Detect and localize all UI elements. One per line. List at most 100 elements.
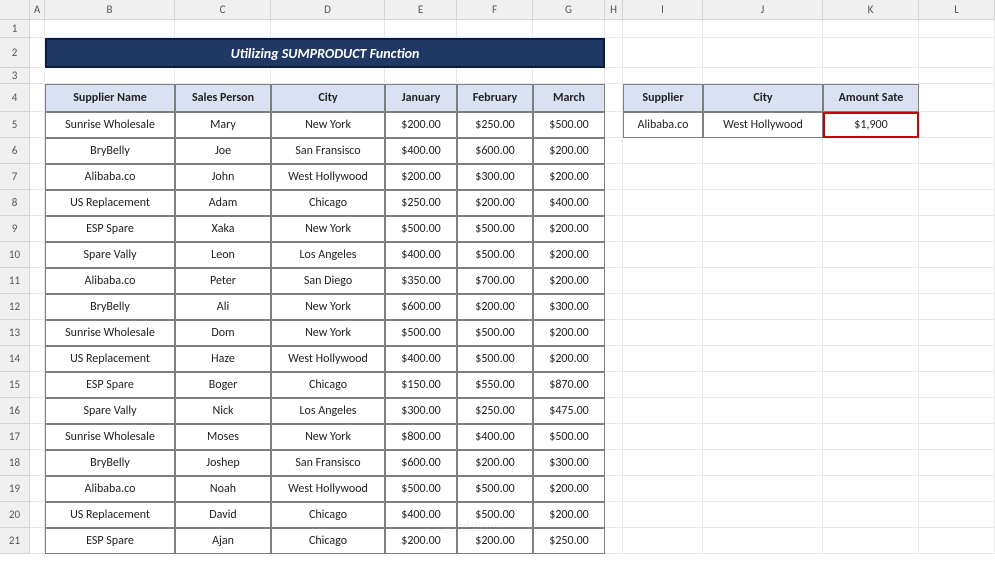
cell-D10[interactable]: Los Angeles — [271, 242, 385, 268]
row-header-16[interactable]: 16 — [0, 398, 30, 424]
main-header-march[interactable]: March — [533, 84, 605, 112]
cell-A4[interactable] — [30, 84, 45, 112]
cell-E15[interactable]: $150.00 — [385, 372, 457, 398]
cell-G21[interactable]: $250.00 — [533, 528, 605, 554]
cell-L18[interactable] — [919, 450, 995, 476]
cell-G6[interactable]: $200.00 — [533, 138, 605, 164]
cell-G12[interactable]: $300.00 — [533, 294, 605, 320]
cell-A16[interactable] — [30, 398, 45, 424]
cell-K3[interactable] — [823, 68, 919, 84]
cell-I17[interactable] — [623, 424, 703, 450]
cell-I12[interactable] — [623, 294, 703, 320]
cell-A10[interactable] — [30, 242, 45, 268]
cell-I20[interactable] — [623, 502, 703, 528]
cell-D1[interactable] — [271, 20, 385, 38]
cell-B18[interactable]: BryBelly — [45, 450, 175, 476]
cell-C5[interactable]: Mary — [175, 112, 271, 138]
row-header-5[interactable]: 5 — [0, 112, 30, 138]
cell-C15[interactable]: Boger — [175, 372, 271, 398]
cell-B20[interactable]: US Replacement — [45, 502, 175, 528]
cell-G14[interactable]: $200.00 — [533, 346, 605, 372]
cell-C17[interactable]: Moses — [175, 424, 271, 450]
cell-K2[interactable] — [823, 38, 919, 68]
cell-I16[interactable] — [623, 398, 703, 424]
cell-H6[interactable] — [605, 138, 623, 164]
cell-F16[interactable]: $250.00 — [457, 398, 533, 424]
cell-H11[interactable] — [605, 268, 623, 294]
cell-E6[interactable]: $400.00 — [385, 138, 457, 164]
cell-F7[interactable]: $300.00 — [457, 164, 533, 190]
cell-A14[interactable] — [30, 346, 45, 372]
cell-B3[interactable] — [45, 68, 175, 84]
cell-L11[interactable] — [919, 268, 995, 294]
col-header-E[interactable]: E — [385, 0, 457, 19]
cell-G9[interactable]: $200.00 — [533, 216, 605, 242]
cell-E18[interactable]: $600.00 — [385, 450, 457, 476]
main-header-january[interactable]: January — [385, 84, 457, 112]
row-header-11[interactable]: 11 — [0, 268, 30, 294]
cell-L8[interactable] — [919, 190, 995, 216]
row-header-20[interactable]: 20 — [0, 502, 30, 528]
cell-D20[interactable]: Chicago — [271, 502, 385, 528]
cell-D15[interactable]: Chicago — [271, 372, 385, 398]
cell-A13[interactable] — [30, 320, 45, 346]
cell-H14[interactable] — [605, 346, 623, 372]
cell-C3[interactable] — [175, 68, 271, 84]
cell-A12[interactable] — [30, 294, 45, 320]
cell-J9[interactable] — [703, 216, 823, 242]
cell-L17[interactable] — [919, 424, 995, 450]
cell-H19[interactable] — [605, 476, 623, 502]
cell-H2[interactable] — [605, 38, 623, 68]
cell-J21[interactable] — [703, 528, 823, 554]
cell-C8[interactable]: Adam — [175, 190, 271, 216]
cell-J11[interactable] — [703, 268, 823, 294]
cell-E3[interactable] — [385, 68, 457, 84]
cell-G19[interactable]: $200.00 — [533, 476, 605, 502]
cell-D7[interactable]: West Hollywood — [271, 164, 385, 190]
side-header-amount[interactable]: Amount Sate — [823, 84, 919, 112]
cell-H9[interactable] — [605, 216, 623, 242]
cell-L14[interactable] — [919, 346, 995, 372]
cell-G1[interactable] — [533, 20, 605, 38]
row-header-1[interactable]: 1 — [0, 20, 30, 38]
cell-D18[interactable]: San Fransisco — [271, 450, 385, 476]
cell-L16[interactable] — [919, 398, 995, 424]
cell-B10[interactable]: Spare Vally — [45, 242, 175, 268]
cell-E9[interactable]: $500.00 — [385, 216, 457, 242]
cell-K1[interactable] — [823, 20, 919, 38]
cell-K8[interactable] — [823, 190, 919, 216]
cell-H15[interactable] — [605, 372, 623, 398]
cell-A8[interactable] — [30, 190, 45, 216]
cell-H7[interactable] — [605, 164, 623, 190]
cell-B17[interactable]: Sunrise Wholesale — [45, 424, 175, 450]
cell-K20[interactable] — [823, 502, 919, 528]
cell-C14[interactable]: Haze — [175, 346, 271, 372]
cell-H10[interactable] — [605, 242, 623, 268]
cell-D16[interactable]: Los Angeles — [271, 398, 385, 424]
cell-A6[interactable] — [30, 138, 45, 164]
cell-I13[interactable] — [623, 320, 703, 346]
cell-I14[interactable] — [623, 346, 703, 372]
cell-J7[interactable] — [703, 164, 823, 190]
cell-L21[interactable] — [919, 528, 995, 554]
cell-I21[interactable] — [623, 528, 703, 554]
cell-G15[interactable]: $870.00 — [533, 372, 605, 398]
cell-J19[interactable] — [703, 476, 823, 502]
cell-C21[interactable]: Ajan — [175, 528, 271, 554]
title-banner[interactable]: Utilizing SUMPRODUCT Function — [45, 38, 605, 68]
cell-J16[interactable] — [703, 398, 823, 424]
cell-F3[interactable] — [457, 68, 533, 84]
cell-G17[interactable]: $500.00 — [533, 424, 605, 450]
cell-K15[interactable] — [823, 372, 919, 398]
cell-F8[interactable]: $200.00 — [457, 190, 533, 216]
cell-F6[interactable]: $600.00 — [457, 138, 533, 164]
cell-D21[interactable]: Chicago — [271, 528, 385, 554]
cell-I6[interactable] — [623, 138, 703, 164]
cell-D12[interactable]: New York — [271, 294, 385, 320]
cell-D14[interactable]: West Hollywood — [271, 346, 385, 372]
cell-B8[interactable]: US Replacement — [45, 190, 175, 216]
cell-H12[interactable] — [605, 294, 623, 320]
cell-A2[interactable] — [30, 38, 45, 68]
cell-I10[interactable] — [623, 242, 703, 268]
cell-H17[interactable] — [605, 424, 623, 450]
